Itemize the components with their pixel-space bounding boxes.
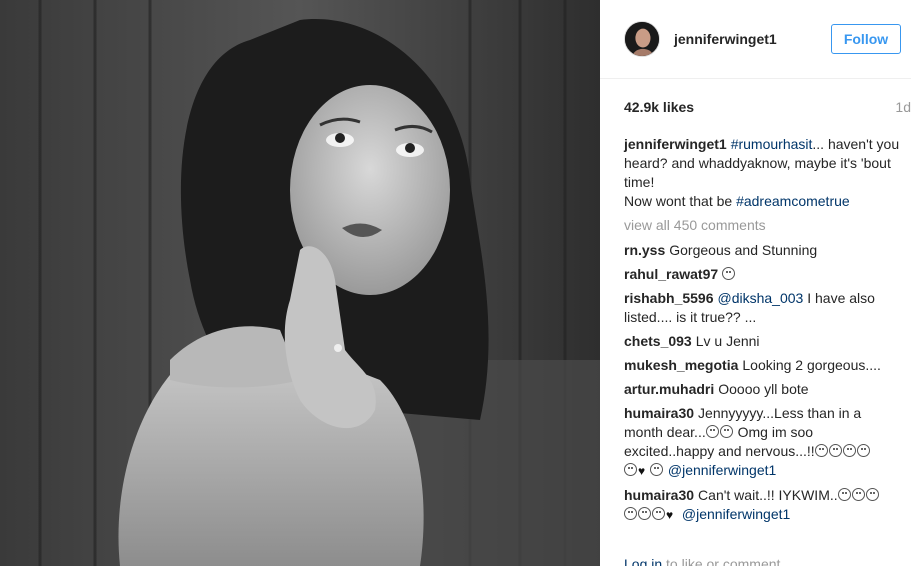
comments-list: jenniferwinget1 #rumourhasit... haven't y… (600, 135, 911, 525)
comment-text: Lv u Jenni (695, 333, 760, 349)
likes-count[interactable]: 42.9k likes (624, 99, 895, 115)
emoji-icon (814, 444, 828, 457)
comment-user[interactable]: mukesh_megotia (624, 357, 738, 373)
caption-user[interactable]: jenniferwinget1 (624, 136, 727, 152)
avatar-image (625, 22, 659, 56)
follow-button[interactable]: Follow (831, 24, 901, 54)
comment: humaira30 Can't wait..!! IYKWIM.. ♥ @jenni… (624, 486, 901, 525)
comment: rishabh_5596 @diksha_003 I have also list… (624, 289, 901, 327)
comment-text: Gorgeous and Stunning (669, 242, 818, 258)
post-photo[interactable] (0, 0, 600, 566)
login-link[interactable]: Log in (624, 556, 662, 566)
emoji-icon (705, 425, 719, 438)
emoji-icon (828, 444, 842, 457)
emoji-icon (837, 488, 851, 501)
header-username[interactable]: jenniferwinget1 (674, 31, 831, 47)
meta-row: 42.9k likes 1d (600, 79, 911, 135)
emoji-icon (719, 425, 733, 438)
caption-text-2: Now wont that be (624, 193, 737, 209)
comment-user[interactable]: artur.muhadri (624, 381, 714, 397)
comment-text: Ooooo yll bote (718, 381, 809, 397)
post-sidebar: jenniferwinget1 Follow 42.9k likes 1d je… (600, 0, 911, 566)
caption-hashtag-2[interactable]: #adreamcometrue (736, 193, 850, 209)
comment-text: Can't wait..!! IYKWIM.. (698, 487, 838, 503)
comment: artur.muhadri Ooooo yll bote (624, 380, 901, 399)
emoji-icon (865, 488, 879, 501)
emoji-icon (624, 507, 637, 520)
comment: chets_093 Lv u Jenni (624, 332, 901, 351)
emoji-icon (722, 267, 736, 280)
heart-icon: ♥ (666, 508, 674, 522)
emoji-icon (638, 507, 651, 520)
comment-mention[interactable]: @jenniferwinget1 (668, 462, 776, 478)
comment-user[interactable]: rishabh_5596 (624, 290, 714, 306)
emoji-icon (842, 444, 856, 457)
comment: rahul_rawat97 (624, 265, 901, 284)
comment-user[interactable]: chets_093 (624, 333, 692, 349)
emoji-icon (650, 463, 663, 476)
login-prompt: Log in to like or comment. (624, 556, 784, 566)
emoji-icon (856, 444, 870, 457)
photo-image (0, 0, 600, 566)
emoji-icon (652, 507, 665, 520)
emoji-icon (624, 463, 637, 476)
view-all-comments[interactable]: view all 450 comments (624, 216, 901, 235)
comment: mukesh_megotia Looking 2 gorgeous.... (624, 356, 901, 375)
comment-mention[interactable]: @jenniferwinget1 (682, 506, 790, 522)
caption-hashtag[interactable]: #rumourhasit (731, 136, 813, 152)
caption: jenniferwinget1 #rumourhasit... haven't y… (624, 135, 901, 211)
comment-user[interactable]: rahul_rawat97 (624, 266, 718, 282)
comment-text: Looking 2 gorgeous.... (742, 357, 881, 373)
comment-user[interactable]: humaira30 (624, 405, 694, 421)
comment: humaira30 Jennyyyyy...Less than in a mont… (624, 404, 901, 481)
avatar[interactable] (624, 21, 660, 57)
post-age[interactable]: 1d (895, 99, 911, 115)
comment-mention[interactable]: @diksha_003 (718, 290, 804, 306)
post-header: jenniferwinget1 Follow (600, 0, 911, 79)
heart-icon: ♥ (638, 464, 646, 478)
emoji-icon (851, 488, 865, 501)
comment: rn.yss Gorgeous and Stunning (624, 241, 901, 260)
comment-user[interactable]: rn.yss (624, 242, 665, 258)
comment-user[interactable]: humaira30 (624, 487, 694, 503)
login-prompt-text: to like or comment. (662, 556, 785, 566)
